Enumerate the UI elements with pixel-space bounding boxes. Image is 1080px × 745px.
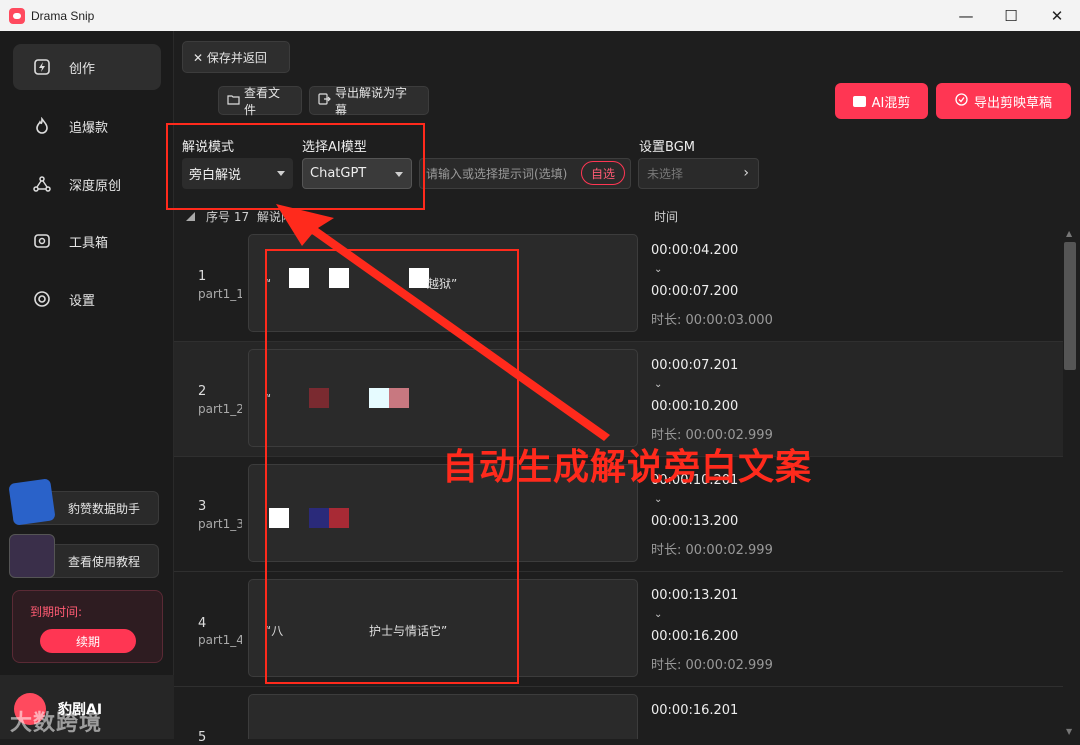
end-time: 00:00:16.200 bbox=[651, 629, 739, 644]
row-number: 1 bbox=[198, 269, 207, 284]
duration: 时长: 00:00:03.000 bbox=[651, 313, 773, 328]
view-files-label: 查看文件 bbox=[244, 85, 281, 117]
export-draft-label: 导出剪映草稿 bbox=[973, 95, 1052, 111]
row-part: part1_4 bbox=[198, 633, 242, 647]
duration: 时长: 00:00:02.999 bbox=[651, 543, 773, 558]
title-bar: Drama Snip — ☐ ✕ bbox=[0, 0, 1080, 31]
sidebar-item-label: 创作 bbox=[69, 61, 96, 77]
flame-icon bbox=[33, 117, 51, 135]
end-time: 00:00:13.200 bbox=[651, 514, 739, 529]
helper-thumbnail-icon bbox=[8, 478, 56, 526]
end-time: 00:00:10.200 bbox=[651, 399, 739, 414]
highlight-box-settings bbox=[166, 123, 425, 210]
ai-mix-label: AI混剪 bbox=[871, 95, 911, 111]
renew-button[interactable]: 续期 bbox=[40, 629, 136, 653]
sidebar: 创作 追爆款 深度原创 工具箱 设置 豹赞数据助手 查看使用教程 到期时间: 续… bbox=[0, 31, 174, 739]
lightning-icon bbox=[33, 58, 51, 76]
table-row[interactable]: 5 00:00:16.201 bbox=[174, 687, 1063, 745]
view-files-button[interactable]: 查看文件 bbox=[218, 85, 302, 117]
bgm-value: 未选择 bbox=[647, 167, 684, 181]
sidebar-item-settings[interactable]: 设置 bbox=[13, 276, 161, 322]
app-logo-icon bbox=[9, 7, 25, 24]
network-icon bbox=[33, 175, 51, 193]
save-return-button[interactable]: ✕ 保存并返回 bbox=[182, 41, 290, 73]
tutorial-thumbnail-icon bbox=[9, 534, 55, 578]
narration-textbox[interactable] bbox=[248, 694, 638, 739]
sidebar-item-label: 追爆款 bbox=[69, 120, 109, 136]
chevron-down-icon: ⌄ bbox=[654, 379, 663, 390]
gear-icon bbox=[33, 290, 51, 308]
expire-panel: 到期时间: 续期 bbox=[12, 590, 163, 663]
scrollbar-thumb[interactable] bbox=[1064, 242, 1076, 370]
sidebar-item-toolbox[interactable]: 工具箱 bbox=[13, 218, 161, 264]
start-time: 00:00:13.201 bbox=[651, 588, 739, 603]
ai-mix-button[interactable]: AI混剪 bbox=[835, 83, 928, 119]
watermark: 大数跨境 bbox=[10, 711, 103, 736]
minimize-button[interactable]: — bbox=[943, 0, 989, 31]
start-time: 00:00:16.201 bbox=[651, 703, 739, 718]
ai-icon bbox=[852, 95, 866, 107]
scroll-down-icon[interactable]: ▼ bbox=[1066, 727, 1072, 736]
annotation-text: 自动生成解说旁白文案 bbox=[442, 447, 813, 488]
row-number: 5 bbox=[198, 730, 207, 745]
row-part: part1_1 bbox=[198, 287, 242, 301]
row-number: 2 bbox=[198, 384, 207, 399]
folder-icon bbox=[227, 94, 240, 108]
data-helper-label: 豹赞数据助手 bbox=[68, 501, 141, 516]
column-header-index: 序号 17 bbox=[206, 210, 250, 224]
export-subtitles-label: 导出解说为字幕 bbox=[335, 85, 408, 117]
row-number: 3 bbox=[198, 499, 207, 514]
column-header-time: 时间 bbox=[654, 210, 679, 224]
sort-triangle-icon bbox=[186, 212, 195, 221]
sidebar-item-trending[interactable]: 追爆款 bbox=[13, 103, 161, 149]
window-title: Drama Snip bbox=[31, 8, 95, 23]
toolbox-icon bbox=[33, 232, 51, 250]
end-time: 00:00:07.200 bbox=[651, 284, 739, 299]
chevron-down-icon: ⌄ bbox=[654, 494, 663, 505]
tutorial-label: 查看使用教程 bbox=[68, 554, 141, 569]
sidebar-item-label: 深度原创 bbox=[69, 178, 122, 194]
chevron-right-icon: › bbox=[743, 165, 749, 181]
row-number: 4 bbox=[198, 616, 207, 631]
bgm-label: 设置BGM bbox=[639, 140, 695, 155]
close-button[interactable]: ✕ bbox=[1034, 0, 1080, 31]
start-time: 00:00:04.200 bbox=[651, 243, 739, 258]
expire-label: 到期时间: bbox=[30, 605, 83, 619]
chevron-down-icon: ⌄ bbox=[654, 264, 663, 275]
export-draft-button[interactable]: 导出剪映草稿 bbox=[936, 83, 1071, 119]
bgm-select[interactable]: 未选择 › bbox=[638, 158, 759, 189]
maximize-button[interactable]: ☐ bbox=[988, 0, 1034, 31]
check-circle-icon bbox=[955, 92, 968, 110]
row-part: part1_3 bbox=[198, 517, 242, 531]
column-header-content: 解说内容 bbox=[257, 210, 306, 224]
scroll-up-icon[interactable]: ▲ bbox=[1066, 229, 1072, 238]
sidebar-item-original[interactable]: 深度原创 bbox=[13, 161, 161, 207]
row-part: part1_2 bbox=[198, 402, 242, 416]
start-time: 00:00:07.201 bbox=[651, 358, 739, 373]
pick-prompt-button[interactable]: 自选 bbox=[581, 161, 625, 185]
export-icon bbox=[318, 93, 331, 108]
prompt-placeholder: 请输入或选择提示词(选填) bbox=[426, 167, 568, 181]
sidebar-item-create[interactable]: 创作 bbox=[13, 44, 161, 90]
sidebar-item-label: 工具箱 bbox=[69, 235, 109, 251]
sidebar-item-label: 设置 bbox=[69, 293, 96, 309]
chevron-down-icon: ⌄ bbox=[654, 609, 663, 620]
export-subtitles-button[interactable]: 导出解说为字幕 bbox=[309, 85, 429, 117]
duration: 时长: 00:00:02.999 bbox=[651, 658, 773, 673]
